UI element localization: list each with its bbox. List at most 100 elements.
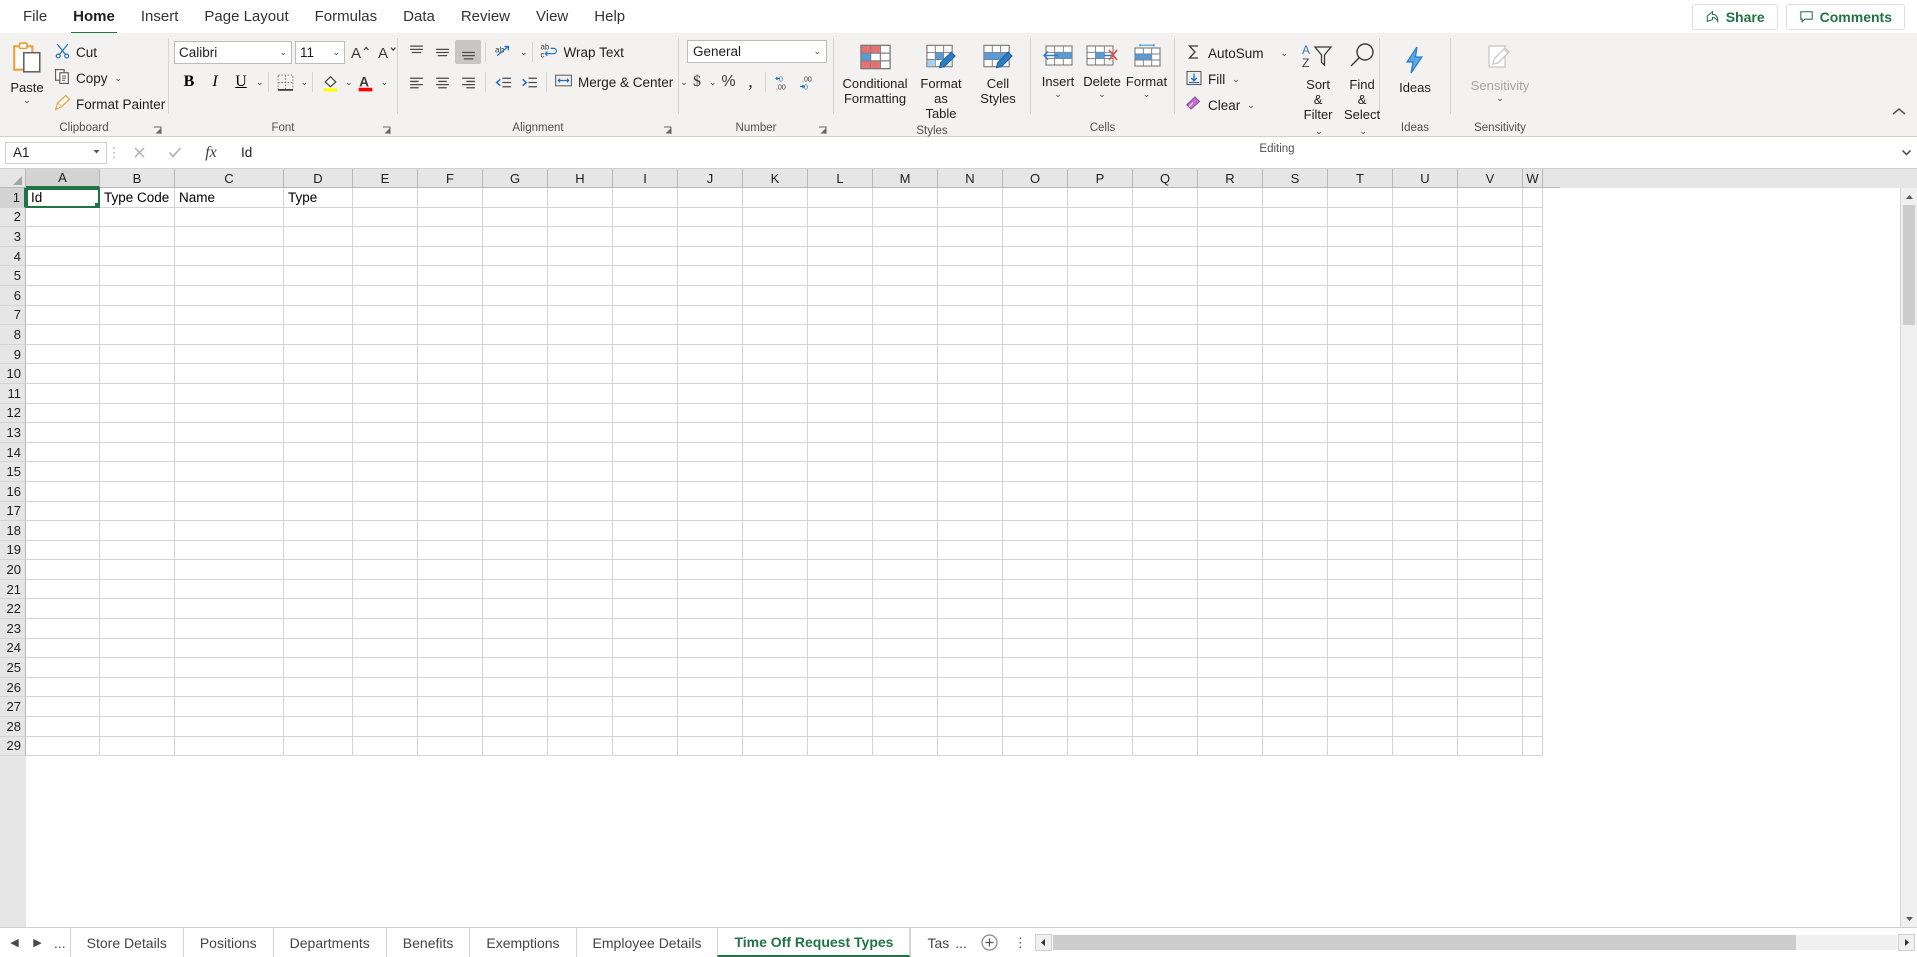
decrease-font-size-button[interactable]: A [375,40,399,64]
cell-j15[interactable] [678,462,743,482]
cell-i21[interactable] [613,579,678,600]
cell-i3[interactable] [613,227,678,247]
cell-j7[interactable] [678,305,743,326]
column-header-l[interactable]: L [808,169,873,188]
fill-color-button[interactable] [317,70,343,94]
cell-n13[interactable] [938,423,1003,443]
hscroll-left-button[interactable] [1034,934,1052,951]
cell-t26[interactable] [1328,677,1393,698]
cell-w8[interactable] [1523,325,1543,345]
sheet-nav-prev-button[interactable]: ◀ [8,936,21,949]
cell-c4[interactable] [175,246,284,267]
cell-n16[interactable] [938,481,1003,502]
cell-c25[interactable] [175,658,284,678]
cell-o28[interactable] [1003,717,1068,737]
cell-n14[interactable] [938,442,1003,463]
cell-p24[interactable] [1068,638,1133,659]
cell-u7[interactable] [1393,305,1458,326]
cell-r20[interactable] [1198,560,1263,580]
cell-u16[interactable] [1393,481,1458,502]
cell-u1[interactable] [1393,188,1458,208]
cell-w2[interactable] [1523,207,1543,228]
hscroll-track[interactable] [1052,935,1897,950]
cell-g23[interactable] [483,619,548,639]
row-header-10[interactable]: 10 [0,364,26,384]
cell-l7[interactable] [808,305,873,326]
cell-l28[interactable] [808,717,873,737]
cell-n4[interactable] [938,246,1003,267]
cell-g14[interactable] [483,442,548,463]
cell-r1[interactable] [1198,188,1263,208]
cell-s2[interactable] [1263,207,1328,228]
cell-t18[interactable] [1328,521,1393,541]
cell-k25[interactable] [743,658,808,678]
cell-v6[interactable] [1458,285,1523,306]
cell-a13[interactable] [26,423,100,443]
cell-a8[interactable] [26,325,100,345]
cell-u14[interactable] [1393,442,1458,463]
enter-button[interactable] [157,140,193,166]
sheet-tab-store-details[interactable]: Store Details [69,928,183,957]
cell-b21[interactable] [100,579,175,600]
cell-w6[interactable] [1523,285,1543,306]
cell-l24[interactable] [808,638,873,659]
cell-i9[interactable] [613,344,678,365]
cell-g22[interactable] [483,599,548,620]
cell-d16[interactable] [284,481,353,502]
cell-w26[interactable] [1523,677,1543,698]
cell-w16[interactable] [1523,481,1543,502]
cell-b3[interactable] [100,227,175,247]
cell-q5[interactable] [1133,266,1198,286]
cell-n7[interactable] [938,305,1003,326]
cell-b29[interactable] [100,736,175,757]
cell-g28[interactable] [483,717,548,737]
cell-u6[interactable] [1393,285,1458,306]
cell-b9[interactable] [100,344,175,365]
cell-e20[interactable] [353,560,418,580]
cell-u11[interactable] [1393,383,1458,404]
cell-t13[interactable] [1328,423,1393,443]
cell-g25[interactable] [483,658,548,678]
cell-k11[interactable] [743,383,808,404]
cell-d10[interactable] [284,364,353,384]
cell-h3[interactable] [548,227,613,247]
cell-r28[interactable] [1198,717,1263,737]
cell-h25[interactable] [548,658,613,678]
cell-b11[interactable] [100,383,175,404]
cell-r18[interactable] [1198,521,1263,541]
cell-g24[interactable] [483,638,548,659]
cell-p2[interactable] [1068,207,1133,228]
cell-j16[interactable] [678,481,743,502]
cell-s19[interactable] [1263,540,1328,561]
column-header-o[interactable]: O [1003,169,1068,188]
cell-o9[interactable] [1003,344,1068,365]
cell-i5[interactable] [613,266,678,286]
cell-t3[interactable] [1328,227,1393,247]
cell-p8[interactable] [1068,325,1133,345]
cell-i20[interactable] [613,560,678,580]
cell-f19[interactable] [418,540,483,561]
cell-v27[interactable] [1458,697,1523,718]
cell-u25[interactable] [1393,658,1458,678]
name-box-chevron-down-icon[interactable] [91,145,102,160]
cell-f1[interactable] [418,188,483,208]
cell-b8[interactable] [100,325,175,345]
cell-s5[interactable] [1263,266,1328,286]
insert-chevron-down-icon[interactable]: ⌄ [1054,90,1062,99]
cell-r24[interactable] [1198,638,1263,659]
cell-k5[interactable] [743,266,808,286]
cell-j10[interactable] [678,364,743,384]
cell-v11[interactable] [1458,383,1523,404]
cell-u10[interactable] [1393,364,1458,384]
cell-w3[interactable] [1523,227,1543,247]
row-header-1[interactable]: 1 [0,188,26,208]
cell-m21[interactable] [873,579,938,600]
cell-b25[interactable] [100,658,175,678]
cell-s29[interactable] [1263,736,1328,757]
cell-e27[interactable] [353,697,418,718]
cell-f18[interactable] [418,521,483,541]
cell-r22[interactable] [1198,599,1263,620]
cell-h9[interactable] [548,344,613,365]
column-header-i[interactable]: I [613,169,678,188]
fill-color-chevron-down-icon[interactable]: ⌄ [345,77,353,88]
